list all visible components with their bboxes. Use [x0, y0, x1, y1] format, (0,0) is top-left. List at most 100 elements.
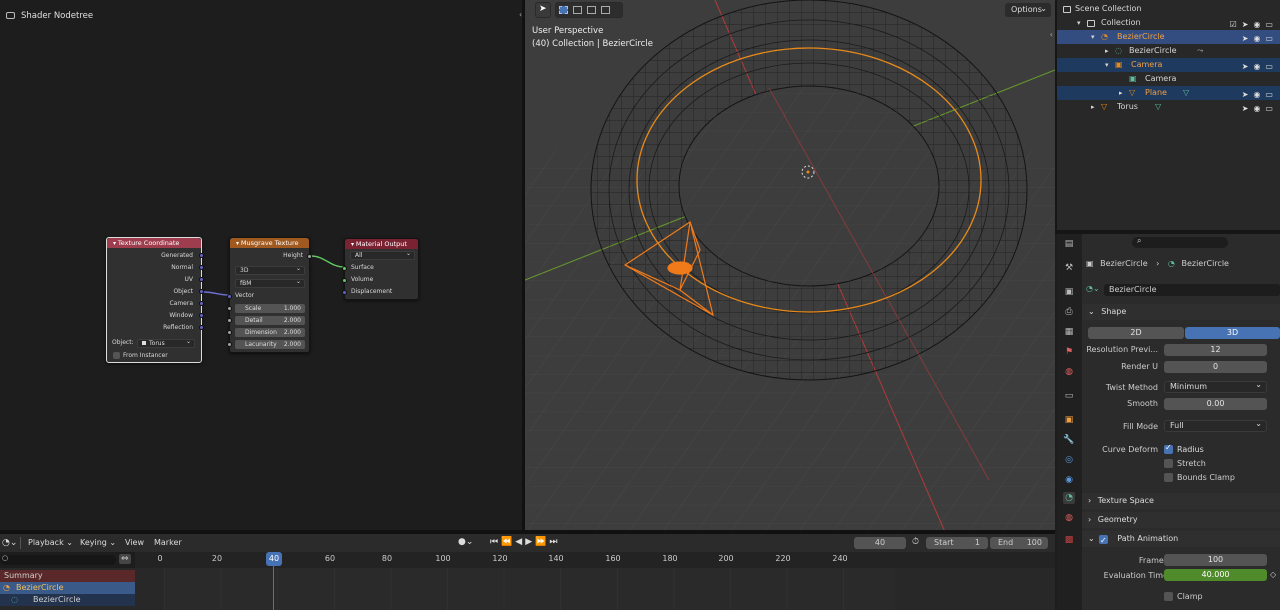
playhead-line[interactable]	[273, 560, 274, 610]
material-output-header[interactable]: Material Output	[345, 239, 418, 249]
socket-height[interactable]	[307, 254, 312, 259]
target-dropdown[interactable]: All	[350, 250, 415, 260]
end-frame-field[interactable]: End 100	[990, 537, 1048, 549]
bounds-clamp-checkbox[interactable]	[1164, 473, 1173, 482]
radius-checkbox[interactable]	[1164, 443, 1173, 454]
outliner-row-torus[interactable]: ▸ ▽ Torus ▽ ➤◉▭	[1057, 100, 1280, 114]
dimensions-3d-button[interactable]: 3D	[1185, 327, 1280, 339]
from-instancer-checkbox[interactable]	[113, 352, 120, 359]
playback-menu[interactable]: Playback ⌄	[28, 538, 73, 547]
socket-camera[interactable]	[199, 301, 204, 306]
socket-dimension[interactable]	[227, 330, 232, 335]
shape-panel-header[interactable]: ⌄ Shape	[1082, 304, 1280, 320]
properties-editor[interactable]: ⌕ ▣ BezierCircle › ◔ BezierCircle ◔⌄ Bez…	[1082, 234, 1280, 610]
socket-volume[interactable]	[342, 278, 347, 283]
fill-mode-dropdown[interactable]: Full	[1164, 419, 1267, 432]
3d-viewport[interactable]: ➤ User Perspective (40) Collection | Bez…	[525, 0, 1055, 532]
select-new-icon[interactable]	[559, 6, 568, 14]
socket-detail[interactable]	[227, 318, 232, 323]
keying-menu[interactable]: Keying ⌄	[80, 538, 116, 547]
outliner-row-plane[interactable]: ▸ ▽ Plane ▽ ➤◉▭	[1057, 86, 1280, 100]
scene-tab-icon[interactable]: ⚑	[1063, 346, 1075, 358]
evaluation-time-field[interactable]: 40.000	[1164, 569, 1267, 581]
resolution-field[interactable]: 12	[1164, 344, 1267, 356]
physics-tab-icon[interactable]: ◉	[1063, 474, 1075, 486]
material-tab-icon[interactable]: ◍	[1063, 512, 1075, 524]
socket-normal[interactable]	[199, 265, 204, 270]
channel-beziercircle-data[interactable]: ◌ BezierCircle	[0, 594, 135, 606]
detail-field[interactable]: Detail 2.000	[235, 316, 305, 325]
options-dropdown[interactable]: Options ⌄	[1005, 3, 1051, 17]
dimension-field[interactable]: Dimension 2.000	[235, 328, 305, 337]
object-tab-icon[interactable]: ▣	[1063, 414, 1075, 426]
channel-search-field[interactable]	[0, 555, 116, 565]
output-tab-icon[interactable]: ⎙	[1063, 306, 1075, 318]
expand-torus-icon[interactable]: ▸	[1091, 100, 1095, 114]
playback-controls[interactable]: ⏮⏪◀▶⏩⏭	[490, 537, 560, 547]
socket-object[interactable]	[199, 289, 204, 294]
auto-keying-icon[interactable]: ●⌄	[458, 537, 473, 547]
socket-window[interactable]	[199, 313, 204, 318]
datablock-browse-icon[interactable]: ◔⌄	[1086, 284, 1104, 296]
socket-generated[interactable]	[199, 253, 204, 258]
socket-uv[interactable]	[199, 277, 204, 282]
musgrave-header[interactable]: Musgrave Texture	[230, 238, 309, 248]
render-tab-icon[interactable]: ▣	[1063, 286, 1075, 298]
outliner-row-beziercircle-data[interactable]: ▸ ◌ BezierCircle ⤳	[1057, 44, 1280, 58]
collection-tab-icon[interactable]: ▭	[1063, 390, 1075, 402]
path-animation-panel-header[interactable]: ⌄ Path Animation	[1082, 531, 1280, 549]
channel-beziercircle-object[interactable]: ◔ BezierCircle	[0, 582, 135, 594]
select-invert-icon[interactable]	[601, 6, 610, 14]
keyframe-icon[interactable]: ◇	[1270, 570, 1276, 579]
texture-coordinate-header[interactable]: Texture Coordinate	[107, 238, 201, 248]
musgrave-type-dropdown[interactable]: fBM	[235, 278, 305, 288]
modifier-tab-icon[interactable]: 🔧	[1063, 434, 1075, 446]
socket-vector[interactable]	[227, 294, 232, 299]
collapse-right-icon[interactable]: ‹	[1050, 30, 1053, 39]
twist-method-dropdown[interactable]: Minimum	[1164, 380, 1267, 393]
marker-menu[interactable]: Marker	[154, 538, 182, 547]
outliner-row-camera[interactable]: ▾ ▣ Camera ➤◉▭	[1057, 58, 1280, 72]
tool-tab-icon[interactable]: ⚒	[1063, 262, 1075, 274]
torus-visibility-icons[interactable]: ➤◉▭	[1242, 102, 1278, 116]
render-u-field[interactable]: 0	[1164, 361, 1267, 373]
texture-space-panel-header[interactable]: › Texture Space	[1082, 493, 1280, 509]
socket-surface[interactable]	[342, 266, 347, 271]
musgrave-texture-node[interactable]: Musgrave Texture Height 3D fBM Vector Sc…	[227, 237, 312, 353]
frames-field[interactable]: 100	[1164, 554, 1267, 566]
view-layer-tab-icon[interactable]: ▦	[1063, 326, 1075, 338]
expand-camera-icon[interactable]: ▾	[1105, 58, 1109, 72]
texture-coordinate-node[interactable]: Texture Coordinate Generated Normal UV O…	[106, 237, 204, 363]
curve-data-tab-icon[interactable]: ◔	[1063, 492, 1075, 504]
stopwatch-icon[interactable]: ⏱	[912, 537, 919, 547]
expand-beziercircle-icon[interactable]: ▾	[1091, 30, 1095, 44]
select-mode-group[interactable]	[555, 2, 623, 18]
outliner-panel[interactable]: Scene Collection ▾ Collection ☑➤◉▭ ▾ ◔ B…	[1055, 0, 1280, 230]
outliner-row-beziercircle[interactable]: ▾ ◔ BezierCircle ➤◉▭	[1057, 30, 1280, 44]
expand-curve-data-icon[interactable]: ▸	[1105, 44, 1109, 58]
summary-channel[interactable]: Summary	[0, 570, 135, 582]
select-tool-button[interactable]: ➤	[535, 2, 551, 18]
outliner-row-camera-data[interactable]: ▣ Camera	[1057, 72, 1280, 86]
material-output-node[interactable]: Material Output All Surface Volume Displ…	[342, 238, 419, 300]
current-frame-field[interactable]: 40	[854, 537, 906, 549]
dimensions-dropdown[interactable]: 3D	[235, 265, 305, 275]
object-field[interactable]: Torus	[137, 338, 195, 348]
datablock-name-field[interactable]: BezierCircle	[1104, 284, 1280, 296]
socket-scale[interactable]	[227, 306, 232, 311]
scale-field[interactable]: Scale 1.000	[235, 304, 305, 313]
path-animation-checkbox[interactable]	[1099, 533, 1108, 549]
shader-node-editor[interactable]: Shader Nodetree Texture Coordinate Gener…	[0, 0, 522, 530]
outliner-row-collection[interactable]: ▾ Collection ☑➤◉▭	[1057, 16, 1280, 30]
stretch-checkbox[interactable]	[1164, 459, 1173, 468]
select-extend-icon[interactable]	[573, 6, 582, 14]
editor-type-clock-icon[interactable]: ◔⌄	[2, 538, 17, 548]
properties-search-field[interactable]: ⌕	[1132, 236, 1228, 248]
particles-tab-icon[interactable]: ◎	[1063, 454, 1075, 466]
socket-reflection[interactable]	[199, 325, 204, 330]
swap-arrows-icon[interactable]: ⇔	[119, 554, 131, 564]
start-frame-field[interactable]: Start 1	[926, 537, 988, 549]
view-menu[interactable]: View	[125, 538, 144, 547]
smooth-field[interactable]: 0.00	[1164, 398, 1267, 410]
expand-plane-icon[interactable]: ▸	[1119, 86, 1123, 100]
